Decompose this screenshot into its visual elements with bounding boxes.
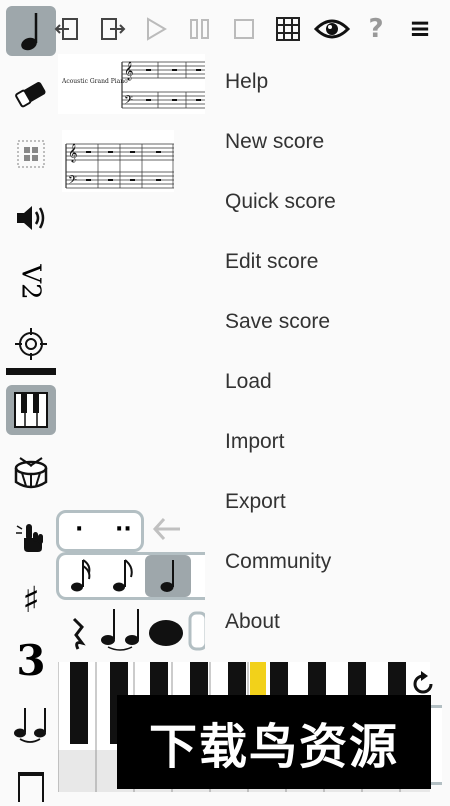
view-button[interactable] (312, 8, 352, 50)
quarter-note-button[interactable] (145, 555, 191, 597)
tool-divider (6, 368, 56, 375)
drum-tool-button[interactable] (6, 450, 56, 498)
grand-staff-icon: 𝄞 𝄢 (65, 143, 174, 190)
play-button[interactable] (136, 8, 176, 50)
double-dot-button[interactable]: ·· (115, 517, 132, 542)
sixteenth-note-icon (71, 559, 91, 592)
select-grid-icon (17, 140, 45, 168)
grid-icon (276, 17, 300, 41)
menu-item-about[interactable]: About (205, 592, 450, 652)
beam-icon (18, 772, 44, 802)
pause-button[interactable] (180, 8, 220, 50)
play-icon (147, 17, 167, 41)
score-page-2[interactable]: 𝄞 𝄢 (62, 130, 174, 192)
drum-icon (14, 457, 48, 489)
quarter-note-icon (21, 13, 38, 51)
pause-icon (190, 19, 209, 39)
menu-button[interactable]: ≡ (400, 8, 440, 50)
stop-button[interactable] (224, 8, 264, 50)
menu-item-export[interactable]: Export (205, 472, 450, 532)
eraser-icon (15, 82, 46, 108)
quarter-note-icon (160, 560, 174, 592)
move-right-button[interactable] (92, 8, 132, 50)
svg-text:𝄢: 𝄢 (68, 174, 77, 190)
sharp-tool-button[interactable]: ♯ (6, 576, 56, 624)
hamburger-icon: ≡ (409, 14, 431, 44)
voice-split-button[interactable]: V2 (6, 258, 56, 306)
menu-item-save-score[interactable]: Save score (205, 292, 450, 352)
menu-item-load[interactable]: Load (205, 352, 450, 412)
question-icon: ? (368, 14, 384, 44)
note-values-icon (72, 609, 208, 651)
rest-and-notes-row (62, 605, 208, 655)
stop-icon (234, 19, 254, 39)
grand-staff-icon: 𝄞 𝄢 (121, 61, 206, 110)
touch-tool-button[interactable] (6, 513, 56, 561)
piano-keys-icon (14, 392, 48, 428)
menu-item-help[interactable]: Help (205, 52, 450, 112)
watermark-banner: 下载鸟资源 (117, 695, 431, 789)
tuplet-tool-button[interactable]: 3 (6, 635, 56, 685)
svg-text:𝄞: 𝄞 (124, 61, 133, 81)
svg-text:𝄢: 𝄢 (124, 94, 133, 110)
grid-button[interactable] (268, 8, 308, 50)
single-dot-button[interactable]: · (75, 517, 83, 542)
menu-item-edit-score[interactable]: Edit score (205, 232, 450, 292)
move-left-button[interactable] (48, 8, 88, 50)
menu-item-import[interactable]: Import (205, 412, 450, 472)
eighth-note-icon (113, 559, 133, 592)
speaker-icon (17, 206, 45, 230)
tie-tool-button[interactable] (6, 700, 56, 748)
svg-text:𝄞: 𝄞 (68, 143, 77, 163)
selection-tool-button[interactable] (6, 130, 56, 178)
eye-icon (314, 19, 350, 39)
target-tool-button[interactable] (6, 320, 56, 368)
voice-two-icon: V2 (15, 264, 46, 300)
eighth-note-button[interactable] (107, 557, 139, 595)
eraser-tool-button[interactable] (6, 70, 56, 118)
crosshair-icon (15, 328, 47, 360)
tied-notes-icon (14, 708, 46, 743)
sixteenth-note-button[interactable] (65, 557, 97, 595)
beam-tool-button[interactable] (6, 758, 56, 806)
menu-item-community[interactable]: Community (205, 532, 450, 592)
watermark-text: 下载鸟资源 (148, 719, 399, 775)
score-page-1[interactable]: Acoustic Grand Piano 𝄞 𝄢 (58, 54, 206, 114)
sharp-icon: ♯ (22, 579, 40, 621)
piano-tool-button[interactable] (6, 385, 56, 435)
rotate-icon (413, 671, 433, 694)
help-button[interactable]: ? (356, 8, 396, 50)
back-arrow-button[interactable] (152, 516, 182, 546)
exit-left-icon (54, 18, 78, 40)
menu-item-quick-score[interactable]: Quick score (205, 172, 450, 232)
duration-selector (56, 552, 206, 600)
main-menu: Help New score Quick score Edit score Sa… (205, 52, 450, 672)
exit-right-icon (101, 18, 126, 40)
dot-selector: · ·· (56, 510, 144, 552)
tap-hand-icon (16, 524, 43, 552)
volume-tool-button[interactable] (6, 194, 56, 242)
menu-item-new-score[interactable]: New score (205, 112, 450, 172)
triplet-icon: 3 (16, 635, 46, 685)
arrow-left-icon (152, 517, 180, 541)
